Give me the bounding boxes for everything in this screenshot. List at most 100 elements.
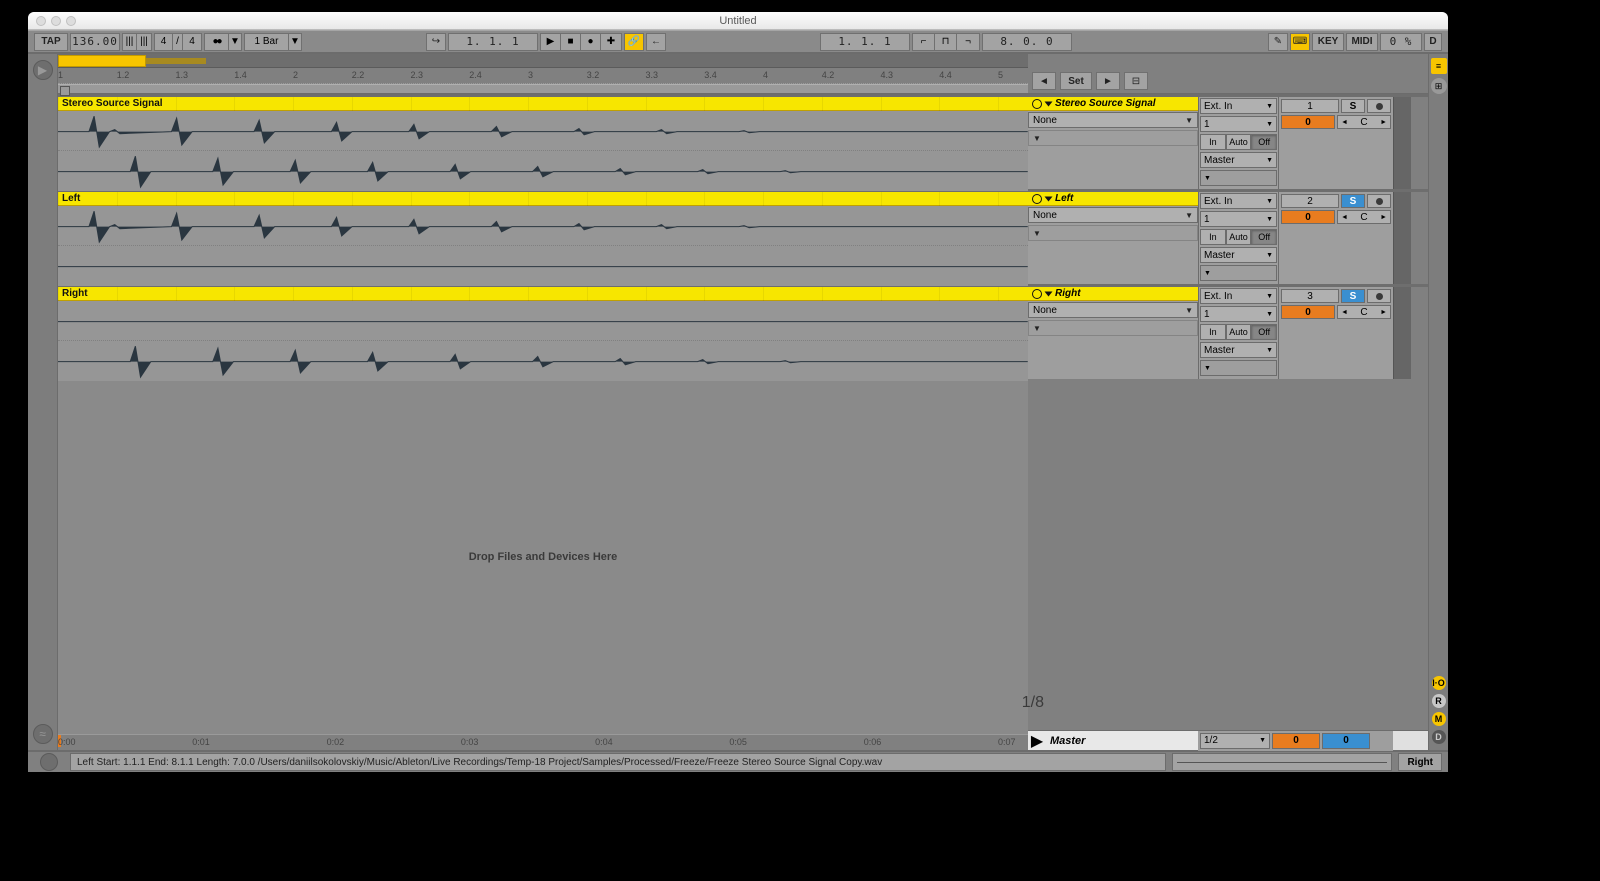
delay-section-toggle[interactable]: D [1432, 730, 1446, 744]
audio-to-select[interactable]: Master [1200, 342, 1277, 358]
tempo-display[interactable]: 136.00 [70, 33, 120, 51]
timesig-num[interactable]: 4 [155, 34, 173, 50]
nudge-down-icon[interactable]: ||| [123, 34, 137, 50]
monitor-auto[interactable]: Auto [1226, 324, 1252, 340]
loop-brace-lane[interactable] [58, 84, 1028, 94]
audio-from-select[interactable]: Ext. In [1200, 193, 1277, 209]
draw-mode-button[interactable]: ✎ [1268, 33, 1288, 51]
channel-select[interactable]: 1 [1200, 306, 1277, 322]
help-view-toggle-icon[interactable] [40, 753, 58, 771]
midi-map-button[interactable]: MIDI [1346, 33, 1378, 51]
groove-pool-icon[interactable]: ≈ [33, 724, 53, 744]
routing-select[interactable]: None [1028, 302, 1198, 318]
locator-next-button[interactable]: ► [1096, 72, 1120, 90]
track-pan[interactable]: C [1337, 305, 1391, 319]
metronome-menu-icon[interactable]: ▼ [229, 34, 241, 50]
monitor-in[interactable]: In [1200, 134, 1226, 150]
track-volume[interactable]: 0 [1281, 210, 1335, 224]
stop-button[interactable]: ■ [561, 34, 581, 50]
automation-arm-button[interactable]: 🔗 [624, 33, 644, 51]
arrangement-position[interactable]: 1. 1. 1 [448, 33, 538, 51]
track-body[interactable]: Right [58, 287, 1028, 379]
track-pan[interactable]: C [1337, 115, 1391, 129]
monitor-in[interactable]: In [1200, 229, 1226, 245]
track-volume[interactable]: 0 [1281, 305, 1335, 319]
audio-from-select[interactable]: Ext. In [1200, 98, 1277, 114]
nudge-up-icon[interactable]: ||| [137, 34, 151, 50]
routing-select[interactable]: None [1028, 207, 1198, 223]
monitor-auto[interactable]: Auto [1226, 229, 1252, 245]
audio-to-channel[interactable] [1200, 265, 1277, 281]
quantize-menu[interactable]: 1 Bar ▼ [244, 33, 302, 51]
locator-prev-button[interactable]: ◄ [1032, 72, 1056, 90]
mixer-section-toggle[interactable]: M [1432, 712, 1446, 726]
track-title-bar[interactable]: Stereo Source Signal [1028, 97, 1198, 111]
monitor-switch[interactable]: In Auto Off [1200, 324, 1277, 340]
set-locator-button[interactable]: Set [1060, 72, 1092, 90]
overview-strip[interactable] [58, 54, 1028, 68]
track-name-label[interactable]: Stereo Source Signal [1055, 98, 1156, 109]
loop-start-display[interactable]: 1. 1. 1 [820, 33, 910, 51]
track-number[interactable]: 2 [1281, 194, 1339, 208]
overdub-button[interactable]: ✚ [601, 34, 621, 50]
beat-ruler[interactable]: 11.21.31.422.22.32.433.23.33.444.24.34.4… [58, 68, 1028, 84]
session-view-selector-icon[interactable]: ⊞ [1431, 78, 1447, 94]
punch-out-icon[interactable]: ¬ [957, 34, 979, 50]
track-name-label[interactable]: Left [1055, 193, 1073, 204]
back-to-arrangement-button[interactable]: ← [646, 33, 666, 51]
cue-out-select[interactable]: 1/2 [1200, 733, 1270, 749]
device-slot[interactable] [1028, 130, 1198, 146]
track-activator-icon[interactable] [1032, 99, 1042, 109]
audio-to-channel[interactable] [1200, 170, 1277, 186]
clip-header[interactable]: Stereo Source Signal [58, 97, 1028, 111]
arm-button[interactable] [1367, 289, 1391, 303]
monitor-off[interactable]: Off [1251, 324, 1277, 340]
key-map-button[interactable]: KEY [1312, 33, 1344, 51]
audio-to-channel[interactable] [1200, 360, 1277, 376]
time-ruler[interactable]: 0:000:010:020:030:040:050:060:07 [58, 734, 1028, 750]
channel-select[interactable]: 1 [1200, 116, 1277, 132]
solo-button[interactable]: S [1341, 99, 1365, 113]
track-body[interactable]: Stereo Source Signal [58, 97, 1028, 189]
locator-toggle-button[interactable]: ⊟ [1124, 72, 1148, 90]
master-send-a[interactable]: 0 [1272, 733, 1320, 749]
arm-button[interactable] [1367, 99, 1391, 113]
follow-button[interactable]: ↪ [426, 33, 446, 51]
monitor-switch[interactable]: In Auto Off [1200, 134, 1277, 150]
track-pan[interactable]: C [1337, 210, 1391, 224]
tap-button[interactable]: TAP [34, 33, 68, 51]
clip-header[interactable]: Right [58, 287, 1028, 301]
play-button[interactable]: ▶ [541, 34, 561, 50]
arm-button[interactable] [1367, 194, 1391, 208]
track-fold-icon[interactable] [1045, 291, 1053, 296]
track-title-bar[interactable]: Left [1028, 192, 1198, 206]
track-title-bar[interactable]: Right [1028, 287, 1198, 301]
record-button[interactable]: ● [581, 34, 601, 50]
solo-button[interactable]: S [1341, 194, 1365, 208]
audio-to-select[interactable]: Master [1200, 247, 1277, 263]
monitor-off[interactable]: Off [1251, 134, 1277, 150]
track-name-label[interactable]: Right [1055, 288, 1081, 299]
drop-zone[interactable]: Drop Files and Devices Here [58, 379, 1028, 734]
io-section-toggle[interactable]: I·O [1432, 676, 1446, 690]
audio-to-select[interactable]: Master [1200, 152, 1277, 168]
status-channel-label[interactable]: Right [1398, 753, 1442, 771]
track-body[interactable]: Left [58, 192, 1028, 284]
arrangement-view-selector-icon[interactable]: ≡ [1431, 58, 1447, 74]
track-fold-icon[interactable] [1045, 101, 1053, 106]
audio-from-select[interactable]: Ext. In [1200, 288, 1277, 304]
clip-header[interactable]: Left [58, 192, 1028, 206]
metronome-button[interactable]: ●● [205, 34, 229, 50]
track-volume[interactable]: 0 [1281, 115, 1335, 129]
master-track-name[interactable]: Master [1046, 735, 1198, 747]
browser-toggle-icon[interactable]: ▶ [33, 60, 53, 80]
monitor-auto[interactable]: Auto [1226, 134, 1252, 150]
track-fold-icon[interactable] [1045, 196, 1053, 201]
master-play-icon[interactable]: ▶ [1028, 731, 1046, 751]
master-volume[interactable]: 0 [1322, 733, 1370, 749]
punch-in-icon[interactable]: ⌐ [913, 34, 935, 50]
track-activator-icon[interactable] [1032, 289, 1042, 299]
solo-button[interactable]: S [1341, 289, 1365, 303]
loop-button[interactable]: ⊓ [935, 34, 957, 50]
timesig-den[interactable]: 4 [183, 34, 201, 50]
